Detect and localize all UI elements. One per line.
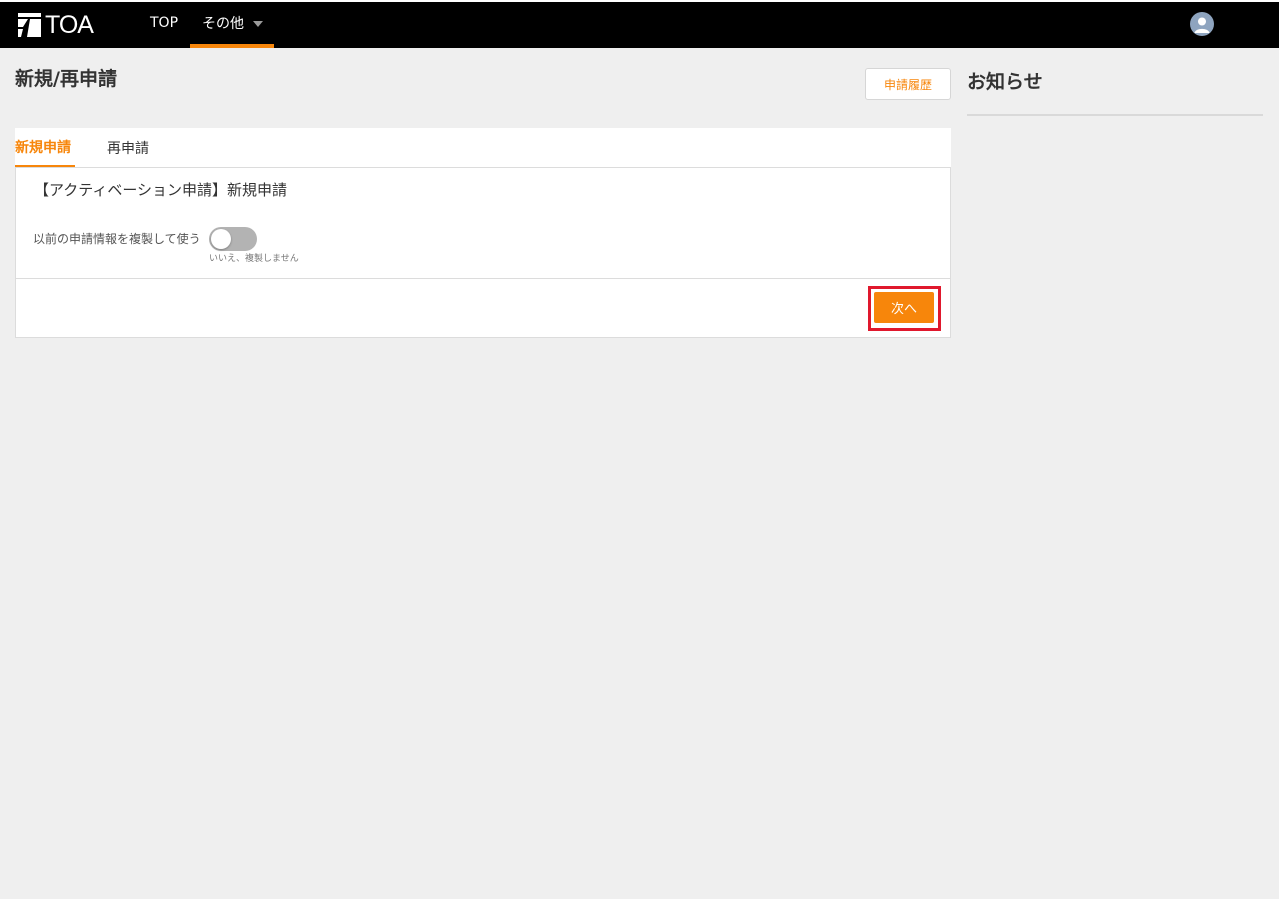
toggle-knob: [211, 229, 231, 249]
tab-new-application-label: 新規申請: [15, 139, 71, 156]
application-card: 【アクティベーション申請】新規申請 以前の申請情報を複製して使う いいえ、複製し…: [15, 168, 951, 338]
application-history-button[interactable]: 申請履歴: [865, 68, 951, 100]
caret-down-icon: [253, 21, 263, 27]
nav-other-dropdown[interactable]: その他: [190, 2, 274, 48]
copy-toggle-state-text: いいえ、複製しません: [209, 254, 299, 264]
tab-new-application[interactable]: 新規申請: [15, 128, 75, 167]
nav-top[interactable]: TOP: [150, 2, 178, 48]
notice-title: お知らせ: [967, 71, 1043, 93]
next-button[interactable]: 次へ: [874, 292, 934, 323]
tab-reapplication-label: 再申請: [107, 140, 149, 157]
toa-logo[interactable]: TOA: [18, 11, 94, 39]
copy-previous-label: 以前の申請情報を複製して使う: [33, 232, 201, 246]
nav-other-label: その他: [202, 16, 244, 32]
copy-previous-toggle[interactable]: [209, 227, 257, 251]
application-tabs: 新規申請 再申請: [15, 128, 951, 168]
top-bar: TOA TOP その他: [0, 0, 1279, 48]
logo-text: TOA: [45, 11, 94, 39]
person-icon: [1194, 17, 1210, 33]
nav-top-label: TOP: [150, 15, 179, 31]
user-avatar-icon[interactable]: [1190, 12, 1214, 36]
toa-logo-mark: [18, 13, 41, 37]
page-title: 新規/再申請: [15, 68, 117, 90]
card-divider: [16, 278, 950, 279]
card-title: 【アクティベーション申請】新規申請: [34, 181, 288, 199]
notice-divider: [967, 114, 1263, 116]
tab-reapplication[interactable]: 再申請: [107, 128, 149, 167]
